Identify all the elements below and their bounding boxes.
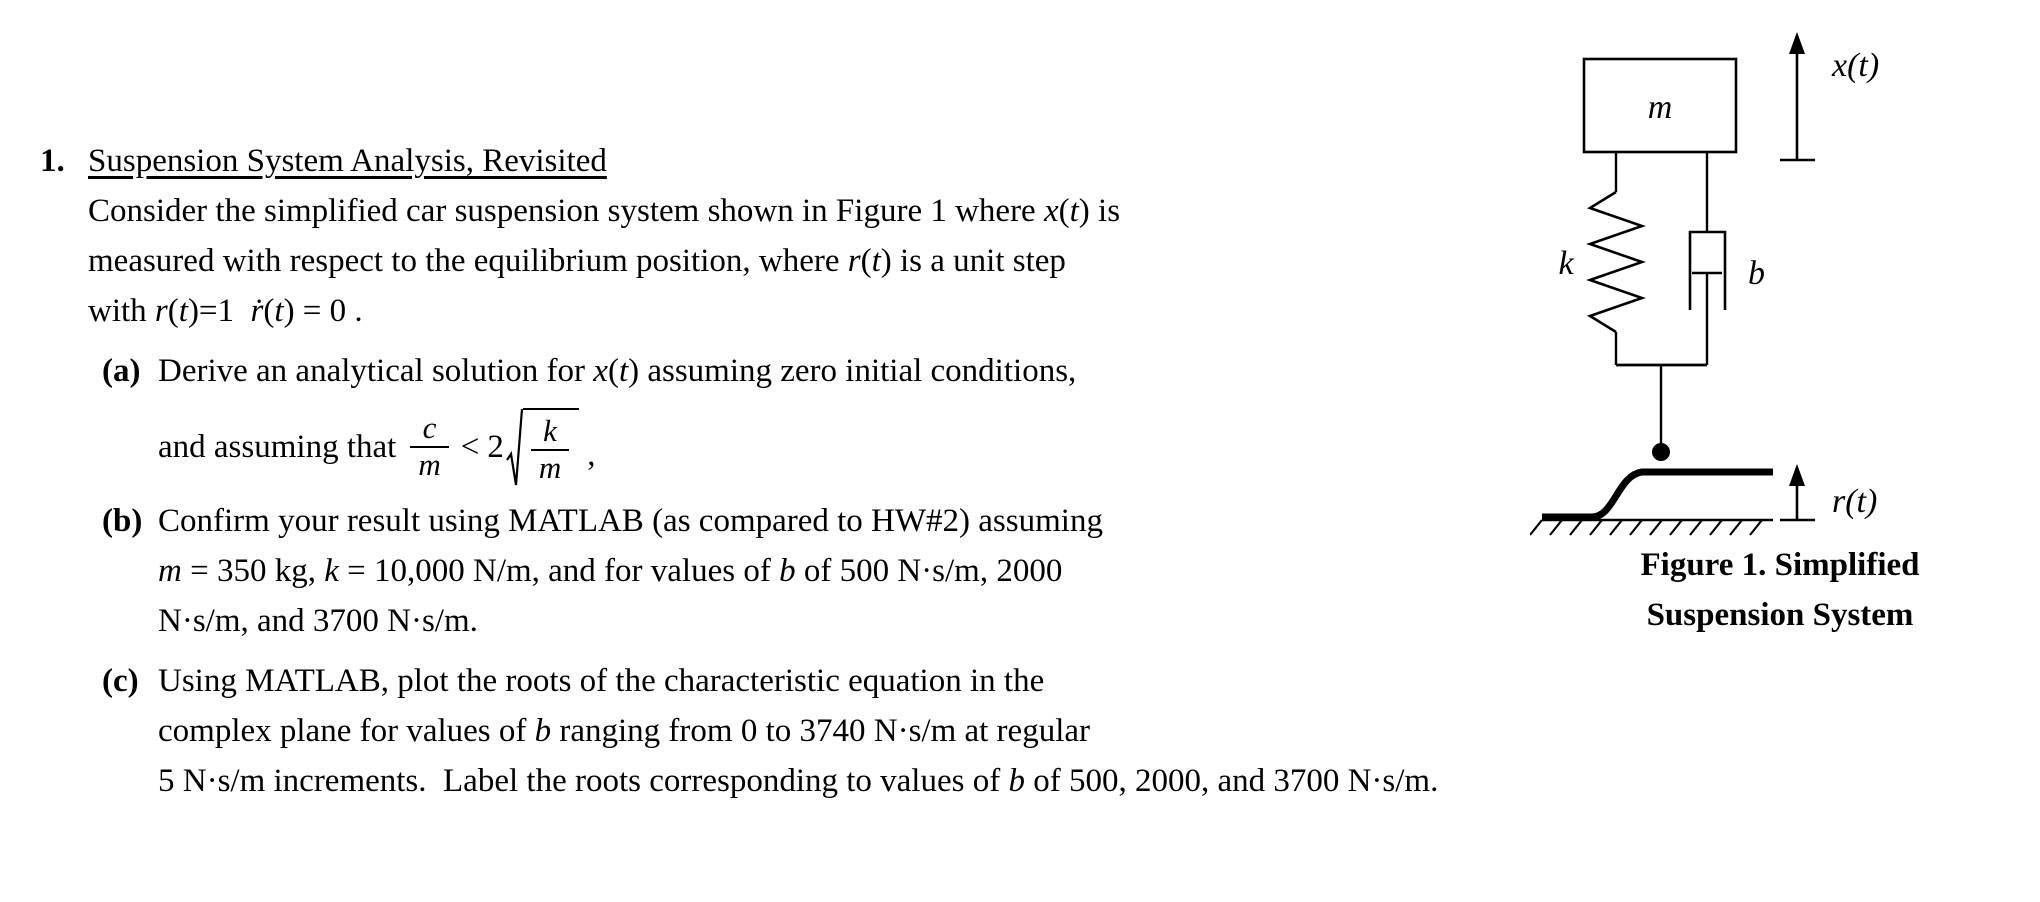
problem-block: 1. Suspension System Analysis, Revisited… [40, 136, 1510, 806]
problem-parts: (a) Derive an analytical solution for x(… [88, 346, 1510, 806]
radicand-numerator: k [543, 413, 557, 449]
part-c-text: Using MATLAB, plot the roots of the char… [158, 656, 1510, 806]
square-root-expression: k m [505, 408, 580, 486]
relation-operator: < [460, 429, 480, 465]
spring-label: k [1558, 245, 1574, 282]
radicand: k m [522, 408, 580, 486]
part-a-text: Derive an analytical solution for x(t) a… [158, 346, 1510, 486]
part-c-label: (c) [102, 663, 139, 699]
problem-part-a: (a) Derive an analytical solution for x(… [88, 346, 1510, 486]
part-b-line-3: N·s/m, and 3700 N·s/m. [158, 603, 478, 639]
fraction-denominator: m [418, 447, 441, 482]
part-b-line-1: Confirm your result using MATLAB (as com… [158, 503, 1103, 539]
problem-content: Suspension System Analysis, Revisited Co… [88, 136, 1510, 806]
problem-number: 1. [40, 143, 65, 179]
problem-intro-line-1: Consider the simplified car suspension s… [88, 186, 1510, 236]
part-b-label: (b) [102, 503, 143, 539]
problem-part-c: (c) Using MATLAB, plot the roots of the … [88, 656, 1510, 806]
r-of-t-label: r(t) [1832, 483, 1877, 520]
problem-title: Suspension System Analysis, Revisited [88, 143, 607, 179]
problem-part-b: (b) Confirm your result using MATLAB (as… [88, 496, 1510, 646]
part-a-label: (a) [102, 353, 141, 389]
mass-label: m [1648, 89, 1673, 126]
road-step-profile [1542, 468, 1773, 521]
part-a-math-lead: and assuming that [158, 429, 397, 465]
part-c-line-2: complex plane for values of b ranging fr… [158, 713, 1091, 749]
spring-coil [1586, 190, 1646, 334]
part-a-math-line: and assuming that c m < 2 k m , [158, 408, 1510, 486]
part-b-text: Confirm your result using MATLAB (as com… [158, 496, 1510, 646]
problem-intro-line-3: with r(t)=1 ṙ(t) = 0 . [88, 286, 1510, 336]
part-c-line-3: 5 N·s/m increments. Label the roots corr… [158, 763, 1439, 799]
math-trailing-comma: , [587, 437, 596, 473]
contact-point-dot [1652, 443, 1670, 461]
intro-text-1: Consider the simplified car suspension s… [88, 193, 1121, 229]
part-c-line-1: Using MATLAB, plot the roots of the char… [158, 663, 1045, 699]
figure-caption: Figure 1. Simplified Suspension System [1530, 540, 2030, 640]
fraction-k-over-m: k m [530, 413, 570, 485]
coefficient-two: 2 [487, 429, 504, 465]
x-displacement-arrow [1780, 32, 1815, 162]
figure-caption-line-2: Suspension System [1646, 597, 1914, 633]
figure-caption-line-1: Figure 1. Simplified [1640, 547, 1920, 583]
intro-text-3: with r(t)=1 ṙ(t) = 0 . [88, 293, 363, 329]
radicand-denominator: m [538, 450, 562, 485]
problem-intro-line-2: measured with respect to the equilibrium… [88, 236, 1510, 286]
intro-text-2: measured with respect to the equilibrium… [88, 243, 1066, 279]
ground-hatching [1530, 519, 1763, 536]
problem-heading-row: 1. Suspension System Analysis, Revisited… [40, 136, 1510, 806]
part-a-line-1: Derive an analytical solution for x(t) a… [158, 353, 1077, 389]
part-b-line-2: m = 350 kg, k = 10,000 N/m, and for valu… [158, 553, 1063, 589]
fraction-c-over-m: c m [410, 410, 449, 482]
x-of-t-label: x(t) [1831, 47, 1879, 84]
damper-label: b [1748, 255, 1765, 292]
r-input-arrow [1780, 464, 1815, 522]
fraction-numerator: c [422, 410, 437, 446]
document-page: 1. Suspension System Analysis, Revisited… [0, 0, 2040, 902]
radical-sign-icon [505, 408, 523, 486]
